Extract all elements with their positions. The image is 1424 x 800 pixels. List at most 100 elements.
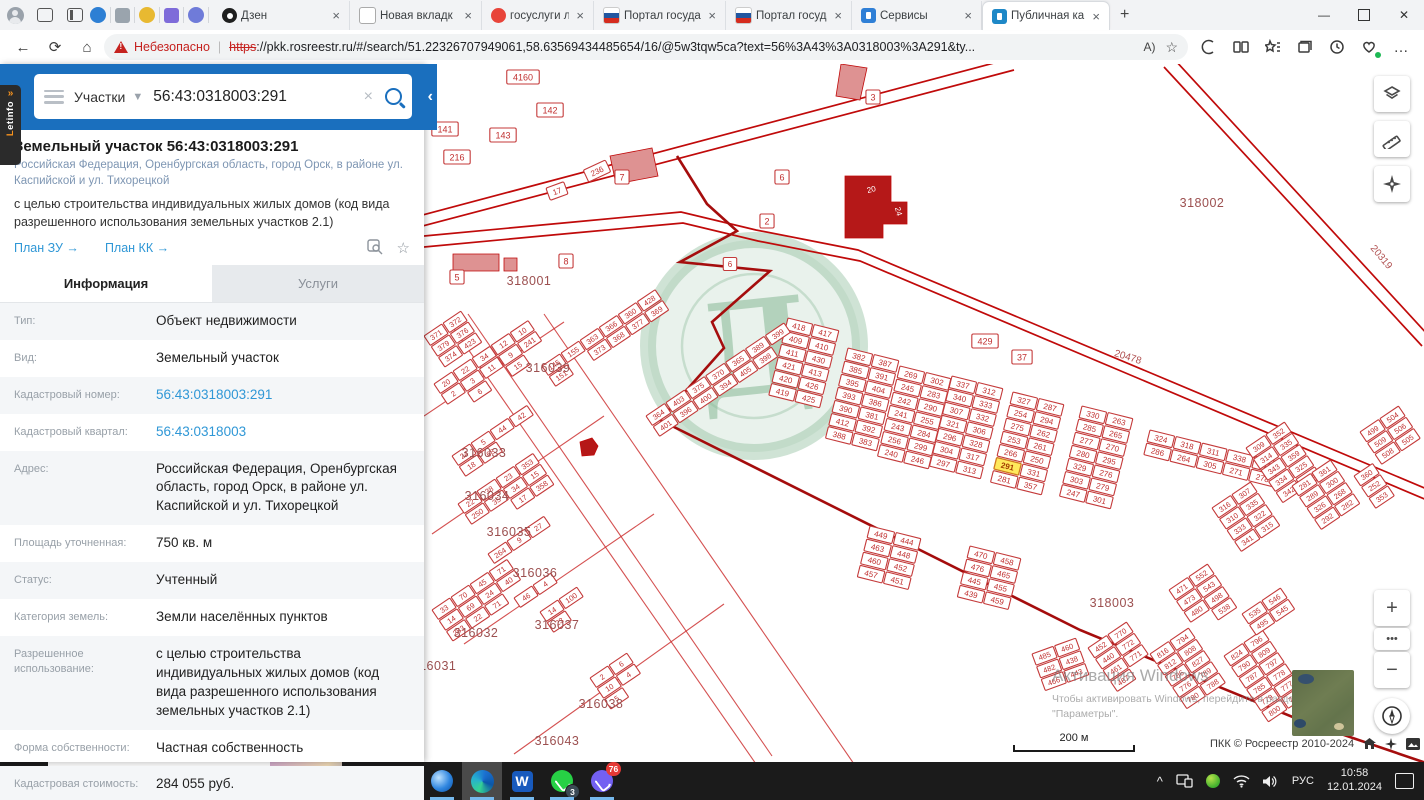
- workspaces-icon[interactable]: [30, 2, 60, 28]
- layers-button[interactable]: [1374, 76, 1410, 112]
- quarter-label[interactable]: 316039: [526, 361, 571, 375]
- word-app[interactable]: W: [502, 762, 542, 800]
- chevron-down-icon[interactable]: ▼: [132, 91, 143, 103]
- browser-tab-1[interactable]: Дзен ×: [213, 1, 350, 30]
- profile-icon[interactable]: [0, 2, 30, 28]
- browser-essentials-icon[interactable]: [1354, 33, 1384, 61]
- quarter-label[interactable]: 318003: [1090, 596, 1135, 610]
- quarter-label[interactable]: 316035: [487, 525, 532, 539]
- parcel-label[interactable]: 3: [865, 89, 881, 105]
- parcel-label[interactable]: 37: [1011, 349, 1033, 365]
- close-tab-icon[interactable]: ×: [573, 8, 587, 23]
- browser-tab-2[interactable]: Новая вкладк ×: [350, 1, 482, 30]
- notification-center-icon[interactable]: [1395, 773, 1414, 789]
- history-icon[interactable]: [1322, 33, 1352, 61]
- favorites-icon[interactable]: [1258, 33, 1288, 61]
- close-tab-icon[interactable]: ×: [961, 8, 975, 23]
- whatsapp-app[interactable]: 3: [542, 762, 582, 800]
- search-input[interactable]: 56:43:0318003:291: [153, 88, 363, 106]
- close-window-button[interactable]: ✕: [1384, 0, 1424, 30]
- zoom-out-button[interactable]: −: [1374, 652, 1410, 688]
- connect-device-icon[interactable]: [1176, 774, 1193, 788]
- browser-tab-4[interactable]: Портал госуда ×: [594, 1, 726, 30]
- locate-object-button[interactable]: [1374, 166, 1410, 202]
- edge-app[interactable]: [462, 762, 502, 800]
- parcel-label[interactable]: 143: [489, 127, 517, 143]
- quarter-label[interactable]: 316034: [465, 489, 510, 503]
- plan-kk-link[interactable]: План КК →: [105, 241, 169, 255]
- parcel-label[interactable]: 216: [443, 149, 471, 165]
- map-canvas[interactable]: Д418417409410411430421413420426419425382…: [424, 64, 1424, 762]
- favorite-star-icon[interactable]: ☆: [1165, 39, 1178, 56]
- quarter-label[interactable]: 316038: [579, 697, 624, 711]
- pinned-favicon-3[interactable]: [139, 7, 155, 23]
- parcel-label[interactable]: 142: [536, 102, 564, 118]
- parcel-label[interactable]: 8: [558, 253, 574, 269]
- cadastral-map[interactable]: Д418417409410411430421413420426419425382…: [424, 64, 1424, 762]
- basemap-preview-thumbnail[interactable]: [1292, 670, 1354, 736]
- close-tab-icon[interactable]: ×: [1089, 9, 1103, 24]
- minimize-button[interactable]: —: [1304, 0, 1344, 30]
- quarter-label[interactable]: 316031: [424, 659, 456, 673]
- parcel-label[interactable]: 5: [449, 269, 465, 285]
- parcel-label[interactable]: 4160: [506, 69, 540, 85]
- viber-app[interactable]: 76: [582, 762, 622, 800]
- clock[interactable]: 10:58 12.01.2024: [1327, 767, 1382, 795]
- search-icon[interactable]: [385, 88, 402, 105]
- volume-icon[interactable]: [1262, 775, 1279, 788]
- language-indicator[interactable]: РУС: [1292, 775, 1314, 787]
- home-icon[interactable]: [1363, 738, 1377, 750]
- close-tab-icon[interactable]: ×: [831, 8, 845, 23]
- browser-tab-5[interactable]: Портал госуда ×: [726, 1, 852, 30]
- favorite-parcel-star-icon[interactable]: ☆: [397, 239, 410, 257]
- url-field[interactable]: Небезопасно | https ://pkk.rosreestr.ru/…: [104, 34, 1188, 60]
- pinned-favicon-1[interactable]: [90, 7, 106, 23]
- quarter-label[interactable]: 316043: [535, 734, 580, 748]
- panel-tab-uslugi[interactable]: Услуги: [212, 265, 424, 302]
- new-tab-button[interactable]: +: [1110, 6, 1139, 24]
- security-warning-label[interactable]: Небезопасно: [134, 40, 210, 54]
- refresh-button[interactable]: ⟳: [40, 33, 70, 61]
- vertical-tabs-icon[interactable]: [60, 2, 90, 28]
- menu-icon[interactable]: [44, 89, 64, 104]
- parcel-label[interactable]: 7: [614, 169, 630, 185]
- pinned-favicon-2[interactable]: [115, 7, 130, 23]
- field-value[interactable]: 56:43:0318003: [142, 423, 410, 442]
- settings-more-icon[interactable]: …: [1386, 33, 1416, 61]
- search-bar[interactable]: Участки ▼ 56:43:0318003:291 ×: [34, 74, 412, 119]
- fullscreen-icon[interactable]: [1406, 738, 1421, 750]
- browser-tab-7[interactable]: Публичная ка ×: [982, 1, 1110, 30]
- quarter-label[interactable]: 316036: [513, 566, 558, 580]
- field-value[interactable]: 56:43:0318003:291: [142, 386, 410, 405]
- tray-chevron-icon[interactable]: ^: [1157, 774, 1163, 789]
- close-tab-icon[interactable]: ×: [461, 8, 475, 23]
- crosshair-icon[interactable]: [1385, 738, 1398, 750]
- quarter-label[interactable]: 316037: [535, 618, 580, 632]
- browser-tab-3[interactable]: госуслуги лич×: [482, 1, 594, 30]
- collections-icon[interactable]: [1290, 33, 1320, 61]
- copilot-icon[interactable]: [1194, 33, 1224, 61]
- close-tab-icon[interactable]: ×: [705, 8, 719, 23]
- search-category-select[interactable]: Участки: [74, 89, 125, 105]
- pinned-favicon-4[interactable]: [164, 7, 179, 23]
- read-aloud-icon[interactable]: A): [1143, 40, 1155, 54]
- maximize-button[interactable]: [1344, 0, 1384, 30]
- parcel-label[interactable]: 6: [774, 169, 790, 185]
- parcel-label[interactable]: 429: [971, 333, 999, 349]
- quarter-label[interactable]: 316032: [454, 626, 499, 640]
- browser-tab-6[interactable]: Сервисы ×: [852, 1, 982, 30]
- zoom-presets-button[interactable]: •••: [1374, 628, 1410, 650]
- wifi-icon[interactable]: [1233, 774, 1250, 788]
- pinned-favicon-5[interactable]: [188, 7, 204, 23]
- clear-search-icon[interactable]: ×: [364, 88, 373, 106]
- home-button[interactable]: ⌂: [72, 33, 102, 61]
- antivirus-tray-icon[interactable]: [1205, 774, 1220, 788]
- my-location-button[interactable]: [1374, 698, 1410, 734]
- letinfo-sidebar-tab[interactable]: » Letinfo: [0, 85, 21, 165]
- collapse-panel-icon[interactable]: ‹: [428, 88, 433, 106]
- photos-app[interactable]: [422, 762, 462, 800]
- preview-icon[interactable]: [366, 239, 383, 255]
- panel-tab-informacia[interactable]: Информация: [0, 265, 212, 303]
- close-tab-icon[interactable]: ×: [329, 8, 343, 23]
- back-button[interactable]: ←: [8, 33, 38, 61]
